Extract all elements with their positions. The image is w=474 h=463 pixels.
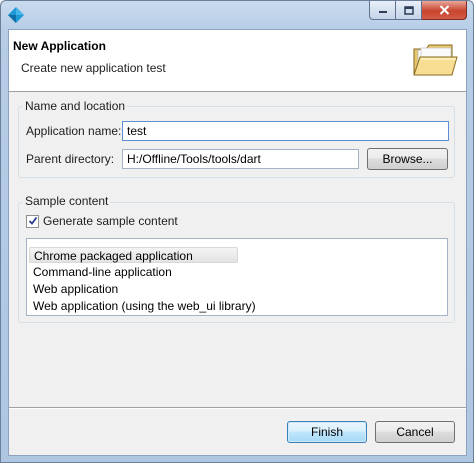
- generate-sample-checkbox[interactable]: [26, 214, 39, 228]
- cancel-button[interactable]: Cancel: [375, 421, 455, 443]
- dialog-window: New Application Create new application t…: [0, 0, 474, 463]
- title-bar[interactable]: [1, 1, 473, 29]
- dart-diamond-icon: [8, 7, 24, 23]
- dialog-header: New Application Create new application t…: [9, 30, 466, 92]
- list-item-web-ui-application[interactable]: Web application (using the web_ui librar…: [29, 298, 256, 314]
- window-controls: [369, 1, 467, 20]
- name-location-group-label: Name and location: [23, 99, 128, 113]
- page-title: New Application: [13, 39, 106, 53]
- maximize-button[interactable]: [396, 1, 422, 20]
- footer-separator: [9, 407, 466, 409]
- sample-template-list[interactable]: Chrome packaged application Command-line…: [26, 238, 448, 316]
- page-description: Create new application test: [21, 61, 166, 75]
- list-item-chrome-packaged[interactable]: Chrome packaged application: [29, 247, 238, 263]
- app-name-label: Application name:: [26, 124, 122, 138]
- checkmark-icon: [28, 216, 37, 225]
- parent-directory-label: Parent directory:: [26, 152, 115, 166]
- parent-directory-input[interactable]: [122, 149, 359, 169]
- minimize-icon: [378, 11, 387, 13]
- folder-open-icon: [413, 44, 458, 76]
- app-name-input[interactable]: [122, 121, 449, 141]
- sample-content-group-label: Sample content: [23, 194, 111, 208]
- close-button[interactable]: [422, 1, 467, 20]
- list-item-web-application[interactable]: Web application: [29, 281, 118, 297]
- finish-button[interactable]: Finish: [287, 421, 367, 443]
- list-item-command-line[interactable]: Command-line application: [29, 264, 172, 280]
- close-icon: [439, 5, 449, 15]
- generate-sample-label: Generate sample content: [43, 214, 178, 228]
- generate-sample-checkbox-row[interactable]: Generate sample content: [26, 214, 178, 228]
- maximize-icon: [403, 5, 414, 15]
- dialog-client-area: New Application Create new application t…: [8, 29, 467, 456]
- minimize-button[interactable]: [369, 1, 396, 20]
- browse-button[interactable]: Browse...: [367, 148, 448, 170]
